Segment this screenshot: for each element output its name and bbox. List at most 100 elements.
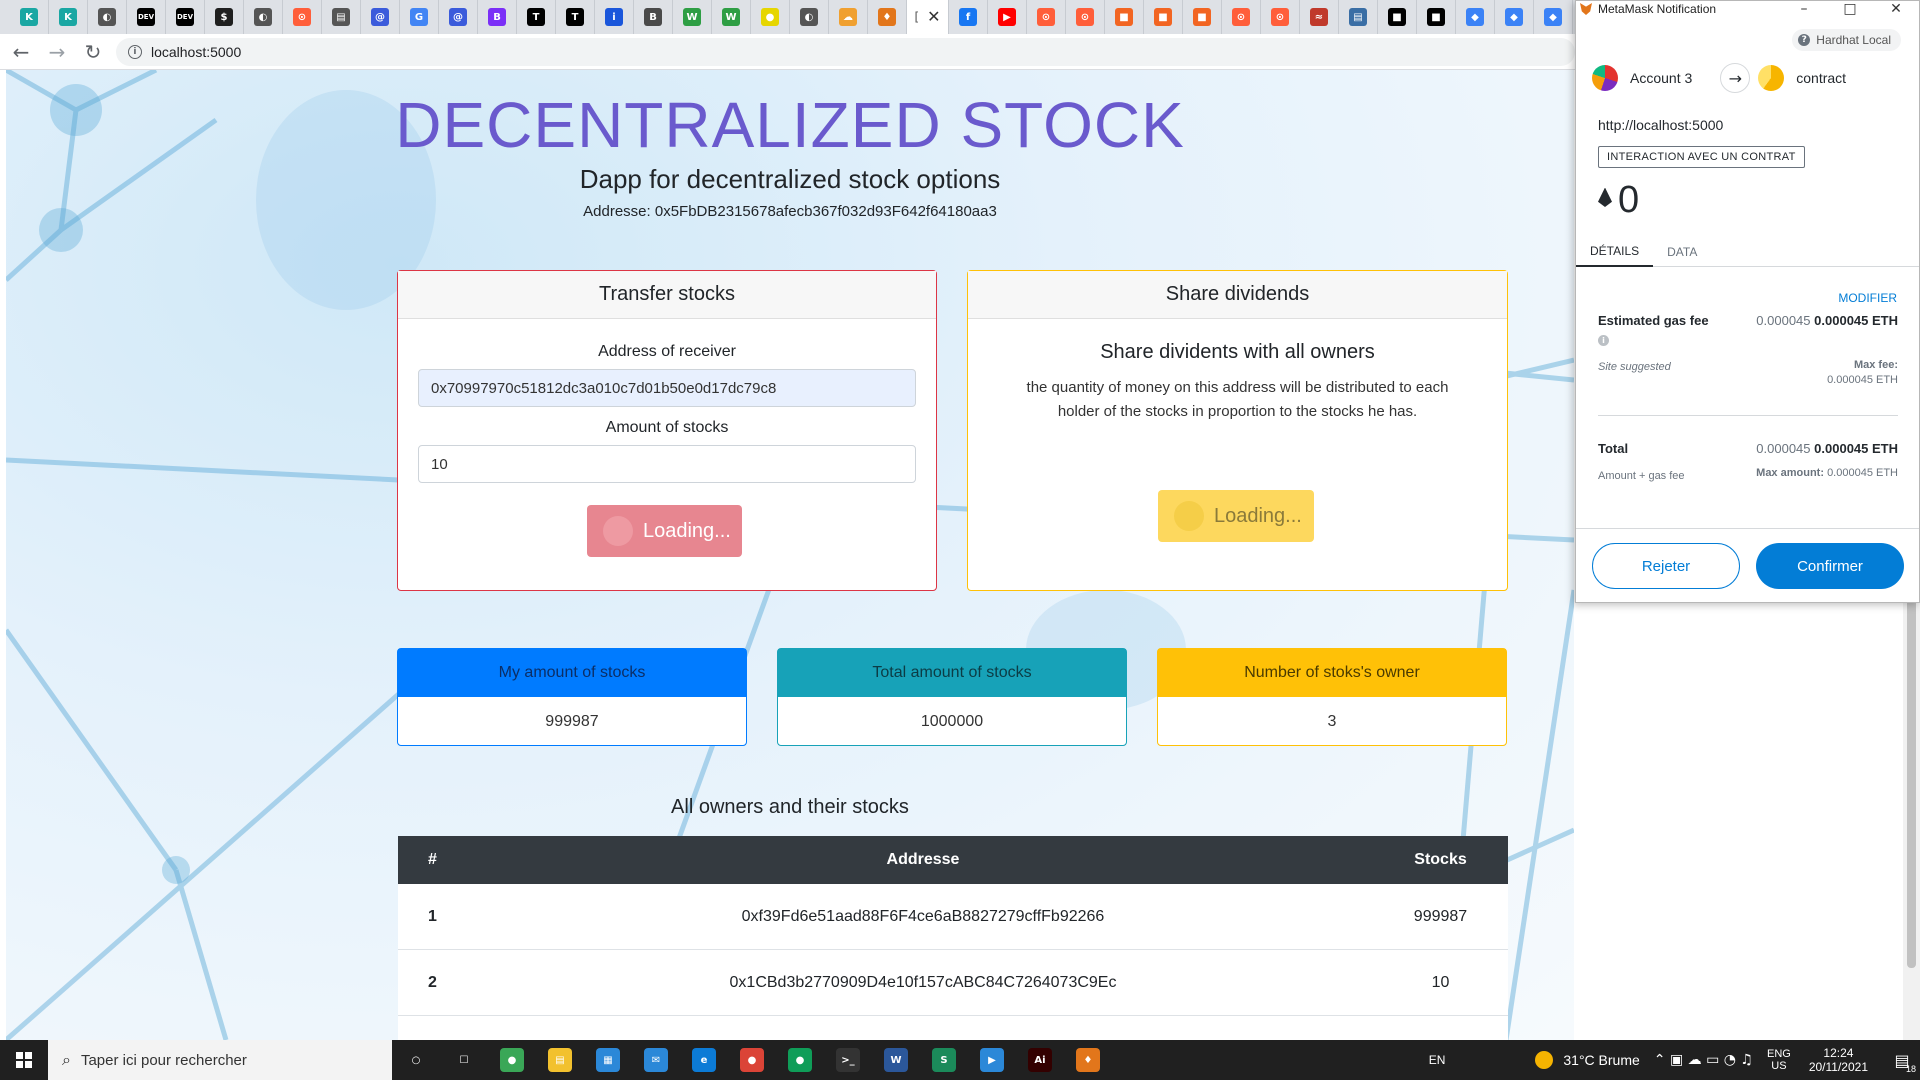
file-explorer-app[interactable]: ▤ <box>536 1040 584 1080</box>
site-info-icon[interactable]: i <box>127 44 142 59</box>
tab-32[interactable]: ⊙ <box>1222 0 1261 34</box>
tab-21[interactable]: ◐ <box>790 0 829 34</box>
metamask-app[interactable]: ♦ <box>1064 1040 1112 1080</box>
tab-18[interactable]: W <box>673 0 712 34</box>
tab-2[interactable]: K <box>49 0 88 34</box>
tab-13[interactable]: B <box>478 0 517 34</box>
word-app[interactable]: W <box>872 1040 920 1080</box>
tab-4[interactable]: DEV <box>127 0 166 34</box>
chrome-app-icon: ● <box>740 1048 764 1072</box>
tab-25[interactable]: f <box>949 0 988 34</box>
tab-8[interactable]: ⊙ <box>283 0 322 34</box>
tab-36[interactable]: ■ <box>1378 0 1417 34</box>
tab-27[interactable]: ⊙ <box>1027 0 1066 34</box>
tab-3[interactable]: ◐ <box>88 0 127 34</box>
mail-app[interactable]: ✉ <box>632 1040 680 1080</box>
tab-34-favicon-icon: ≈ <box>1310 8 1328 26</box>
back-icon[interactable]: ← <box>6 37 36 67</box>
tab-11[interactable]: G <box>400 0 439 34</box>
from-account-name: Account 3 <box>1630 70 1693 86</box>
receiver-address-input[interactable]: 0x70997970c51812dc3a010c7d01b50e0d17dc79… <box>418 369 916 407</box>
confirm-button[interactable]: Confirmer <box>1756 543 1904 589</box>
tab-38[interactable]: ◆ <box>1456 0 1495 34</box>
reject-button[interactable]: Rejeter <box>1592 543 1740 589</box>
tab-5[interactable]: DEV <box>166 0 205 34</box>
tab-12[interactable]: @ <box>439 0 478 34</box>
tab-7-favicon-icon: ◐ <box>254 8 272 26</box>
tab-40-favicon-icon: ◆ <box>1544 8 1562 26</box>
active-tab[interactable]: [✕ <box>907 0 949 34</box>
total-muted: 0.000045 <box>1756 441 1811 456</box>
tab-31[interactable]: ■ <box>1183 0 1222 34</box>
language-indicator[interactable]: EN <box>1429 1053 1446 1067</box>
tab-19[interactable]: W <box>712 0 751 34</box>
close-icon[interactable]: ✕ <box>1873 1 1919 17</box>
taskbar-search[interactable]: ⌕ Taper ici pour rechercher <box>48 1040 392 1080</box>
tab-data[interactable]: DATA <box>1653 237 1711 267</box>
tab-details[interactable]: DÉTAILS <box>1576 237 1654 267</box>
terminal-app[interactable]: >_ <box>824 1040 872 1080</box>
edit-gas-link[interactable]: MODIFIER <box>1838 291 1897 305</box>
tab-30[interactable]: ■ <box>1144 0 1183 34</box>
tab-26[interactable]: ▶ <box>988 0 1027 34</box>
store-app[interactable]: ▦ <box>584 1040 632 1080</box>
close-tab-icon[interactable]: ✕ <box>927 7 940 27</box>
dividends-card-header: Share dividends <box>968 271 1507 319</box>
tab-20[interactable]: ● <box>751 0 790 34</box>
tab-13-favicon-icon: B <box>488 8 506 26</box>
spinner-icon <box>1174 501 1204 531</box>
transfer-loading-button[interactable]: Loading... <box>587 505 742 557</box>
scrollbar-thumb[interactable] <box>1907 588 1916 968</box>
cortana-app[interactable]: ○ <box>392 1040 440 1080</box>
address-bar[interactable]: i localhost:5000 <box>115 37 1576 66</box>
tab-29[interactable]: ■ <box>1105 0 1144 34</box>
tab-9[interactable]: ▤ <box>322 0 361 34</box>
tab-7[interactable]: ◐ <box>244 0 283 34</box>
forward-icon[interactable]: → <box>42 37 72 67</box>
task-view-app[interactable]: ☐ <box>440 1040 488 1080</box>
tab-22[interactable]: ☁ <box>829 0 868 34</box>
amount-input[interactable]: 10 <box>418 445 916 483</box>
tab-40[interactable]: ◆ <box>1534 0 1573 34</box>
tray-icons[interactable]: ⌃ ▣ ☁ ▭ ◔ ♫ <box>1654 1052 1753 1068</box>
page-scrollbar[interactable] <box>1903 588 1920 1040</box>
tab-14[interactable]: T <box>517 0 556 34</box>
tab-26-favicon-icon: ▶ <box>998 8 1016 26</box>
app-green[interactable]: S <box>920 1040 968 1080</box>
weather-widget[interactable]: 31°C Brume <box>1535 1051 1640 1069</box>
tab-4-favicon-icon: DEV <box>137 8 155 26</box>
tab-10[interactable]: @ <box>361 0 400 34</box>
chrome-profile-app[interactable]: ● <box>776 1040 824 1080</box>
video-app[interactable]: ▶ <box>968 1040 1016 1080</box>
tab-6[interactable]: $ <box>205 0 244 34</box>
chrome-app[interactable]: ● <box>728 1040 776 1080</box>
illustrator-app[interactable]: Ai <box>1016 1040 1064 1080</box>
chrome-green-app[interactable]: ● <box>488 1040 536 1080</box>
tab-35[interactable]: ▤ <box>1339 0 1378 34</box>
tab-28[interactable]: ⊙ <box>1066 0 1105 34</box>
tab-34[interactable]: ≈ <box>1300 0 1339 34</box>
notification-center[interactable]: ▤ 18 <box>1884 1040 1920 1080</box>
owners-count-value: 3 <box>1327 713 1337 730</box>
clock[interactable]: 12:24 20/11/2021 <box>1809 1046 1868 1074</box>
tab-1[interactable]: K <box>10 0 49 34</box>
edge-app[interactable]: e <box>680 1040 728 1080</box>
tab-23[interactable]: ♦ <box>868 0 907 34</box>
maximize-icon[interactable]: □ <box>1827 1 1873 17</box>
tab-17[interactable]: B <box>634 0 673 34</box>
my-stocks-value: 999987 <box>545 713 599 730</box>
tab-17-favicon-icon: B <box>644 8 662 26</box>
network-selector[interactable]: ? Hardhat Local <box>1792 29 1901 51</box>
from-account-avatar <box>1592 65 1618 91</box>
tab-33[interactable]: ⊙ <box>1261 0 1300 34</box>
tab-37[interactable]: ■ <box>1417 0 1456 34</box>
input-language[interactable]: ENG US <box>1767 1048 1791 1072</box>
start-button[interactable] <box>0 1040 48 1080</box>
tab-39[interactable]: ◆ <box>1495 0 1534 34</box>
info-icon[interactable]: i <box>1598 335 1609 346</box>
share-loading-button[interactable]: Loading... <box>1158 490 1314 542</box>
minimize-icon[interactable]: – <box>1781 1 1827 17</box>
tab-16[interactable]: i <box>595 0 634 34</box>
tab-15[interactable]: T <box>556 0 595 34</box>
reload-icon[interactable]: ↻ <box>78 37 108 67</box>
